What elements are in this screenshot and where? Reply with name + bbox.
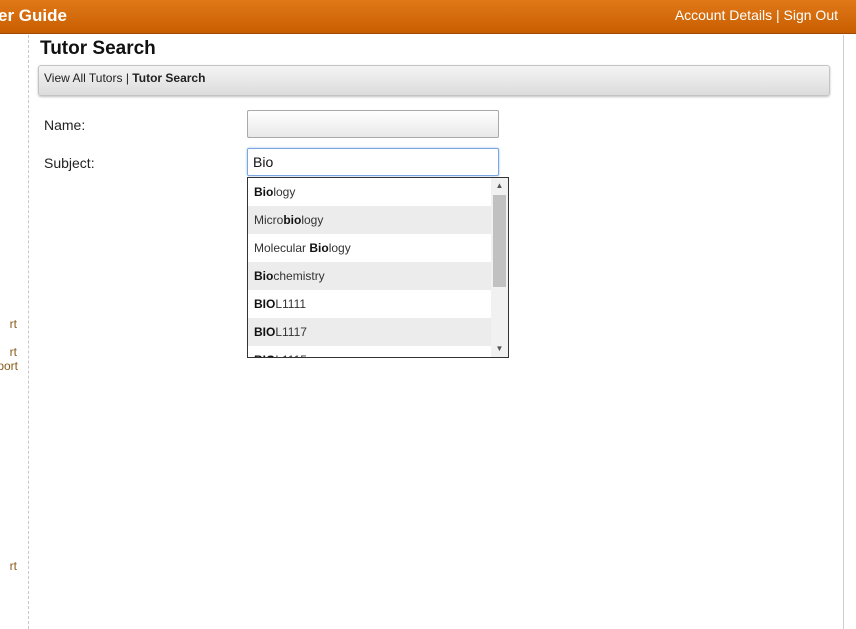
autocomplete-item-suffix: logy xyxy=(273,185,296,199)
autocomplete-item-match: BIO xyxy=(254,353,275,357)
breadcrumb-current: Tutor Search xyxy=(132,71,206,85)
subject-input[interactable] xyxy=(247,148,499,176)
autocomplete-item-match: Bio xyxy=(254,185,274,199)
autocomplete-item-suffix: logy xyxy=(301,213,324,227)
autocomplete-item-suffix: logy xyxy=(328,241,351,255)
left-sidebar: rt rt port rt xyxy=(0,35,29,629)
scroll-down-arrow-icon[interactable]: ▼ xyxy=(491,341,508,357)
sidebar-link-fragment[interactable]: rt xyxy=(10,317,17,331)
top-header-bar: er Guide Account Details | Sign Out xyxy=(0,0,856,34)
breadcrumb-separator: | xyxy=(125,71,129,85)
autocomplete-item[interactable]: Biochemistry xyxy=(248,262,491,290)
subject-autocomplete-list: Biology Microbiology Molecular Biology Bioc… xyxy=(247,177,509,358)
autocomplete-item-match: BIO xyxy=(254,297,276,311)
autocomplete-item-match: Bio xyxy=(309,241,329,255)
sidebar-link-fragment[interactable]: rt xyxy=(10,559,17,573)
account-links-separator: | xyxy=(775,7,780,23)
autocomplete-item-match: Bio xyxy=(254,269,274,283)
autocomplete-item-suffix: L1117 xyxy=(275,325,307,339)
autocomplete-item-prefix: Molecular xyxy=(254,241,310,255)
account-links: Account Details | Sign Out xyxy=(675,7,838,23)
autocomplete-item[interactable]: Molecular Biology xyxy=(248,234,491,262)
scroll-up-arrow-icon[interactable]: ▲ xyxy=(491,178,508,194)
breadcrumb-view-all-tutors[interactable]: View All Tutors xyxy=(44,71,122,85)
autocomplete-item[interactable]: BIOL1115 xyxy=(248,346,491,357)
autocomplete-item-suffix: chemistry xyxy=(273,269,325,283)
autocomplete-scrollbar[interactable]: ▲ ▼ xyxy=(491,178,508,357)
autocomplete-item-match: BIO xyxy=(254,325,276,339)
name-label: Name: xyxy=(44,117,86,133)
subject-label: Subject: xyxy=(44,155,95,171)
content-right-border xyxy=(843,35,844,629)
breadcrumb: View All Tutors | Tutor Search xyxy=(38,65,830,96)
autocomplete-item-prefix: Micro xyxy=(254,213,284,227)
autocomplete-item-match: bio xyxy=(283,213,302,227)
sign-out-link[interactable]: Sign Out xyxy=(784,7,838,23)
sidebar-link-fragment[interactable]: rt xyxy=(10,345,17,359)
page-title: Tutor Search xyxy=(40,38,156,59)
scroll-thumb[interactable] xyxy=(493,195,506,287)
autocomplete-item[interactable]: BIOL1111 xyxy=(248,290,491,318)
name-input[interactable] xyxy=(247,110,499,138)
autocomplete-item-suffix: L1115 xyxy=(275,353,307,357)
autocomplete-item[interactable]: Biology xyxy=(248,178,491,206)
autocomplete-item[interactable]: BIOL1117 xyxy=(248,318,491,346)
app-title: er Guide xyxy=(0,6,67,25)
autocomplete-item-suffix: L1111 xyxy=(275,297,307,311)
autocomplete-items: Biology Microbiology Molecular Biology Bioc… xyxy=(248,178,508,357)
autocomplete-item[interactable]: Microbiology xyxy=(248,206,491,234)
sidebar-link-fragment[interactable]: port xyxy=(0,359,18,373)
account-details-link[interactable]: Account Details xyxy=(675,7,772,23)
